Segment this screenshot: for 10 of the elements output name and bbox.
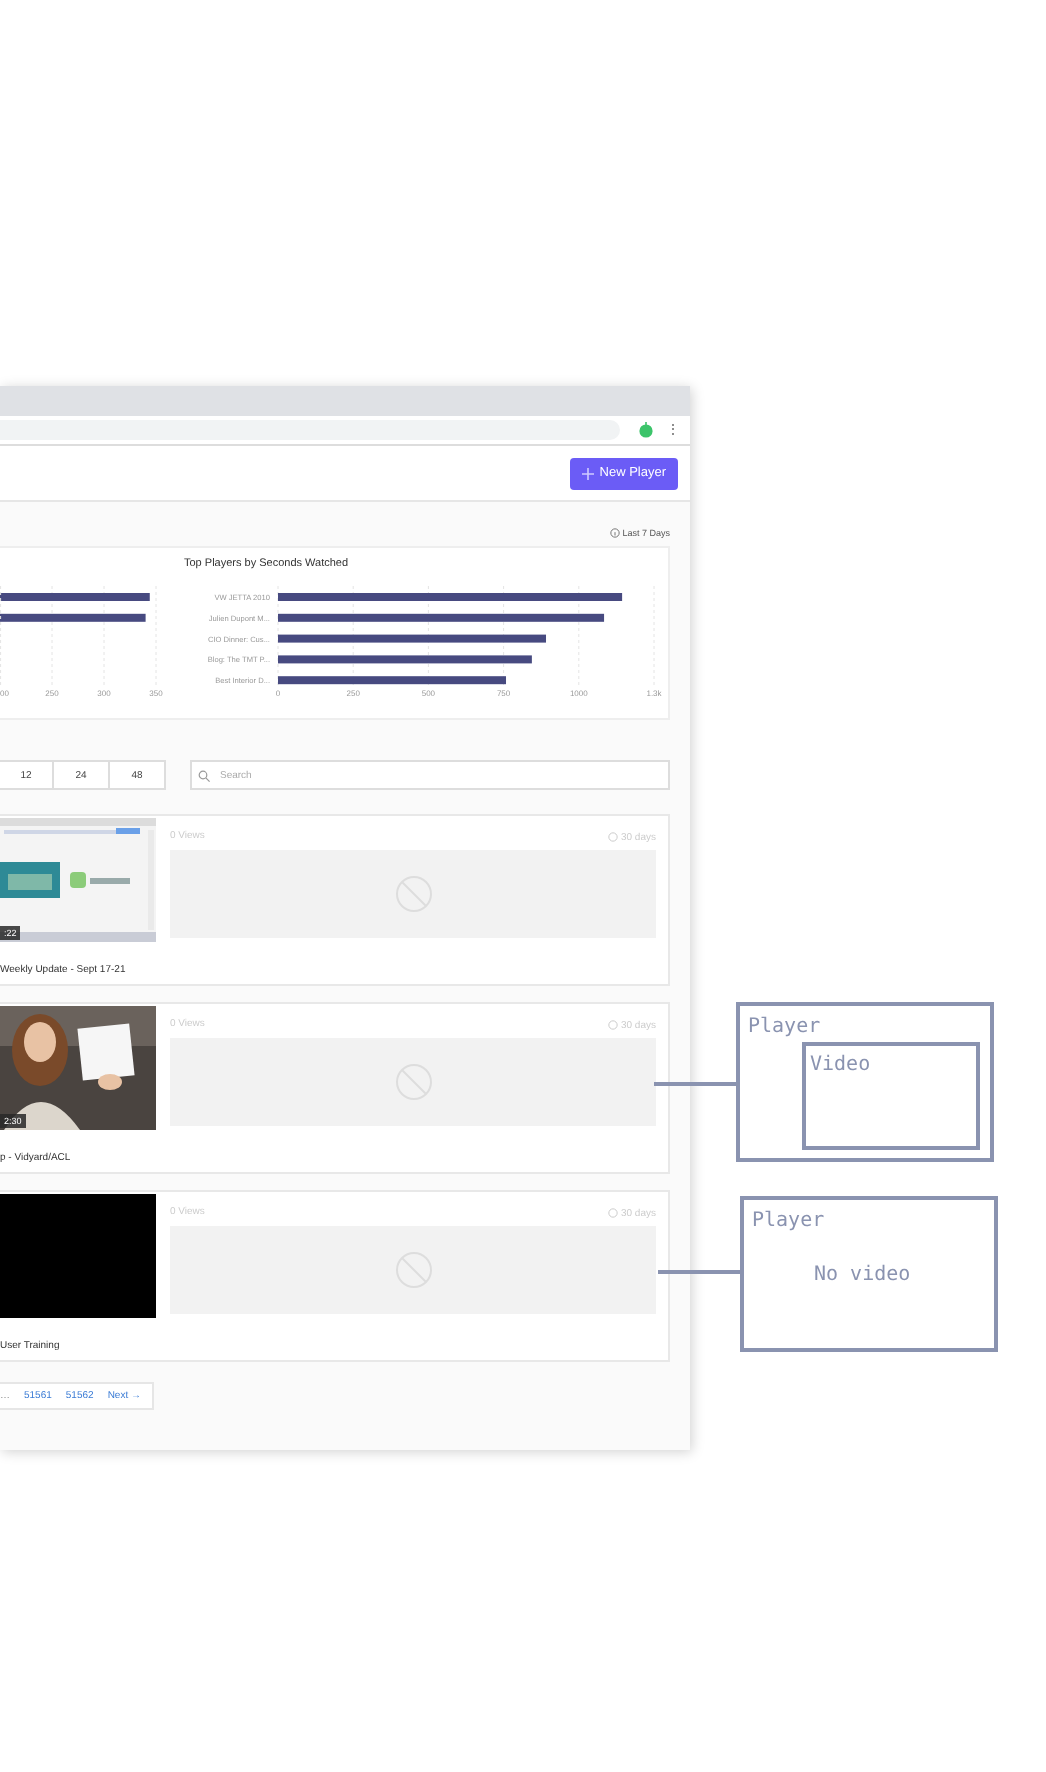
diagram-label: No video — [814, 1264, 911, 1286]
diagram-label: Player — [752, 1210, 825, 1232]
clock-icon — [608, 1208, 619, 1218]
info-icon — [610, 527, 621, 537]
clock-icon — [608, 1020, 619, 1030]
plus-icon — [581, 467, 594, 479]
clock-icon — [608, 832, 619, 842]
diagram-label: Video — [810, 1054, 871, 1076]
diagram-label: Player — [748, 1016, 821, 1038]
search-icon — [198, 769, 210, 781]
